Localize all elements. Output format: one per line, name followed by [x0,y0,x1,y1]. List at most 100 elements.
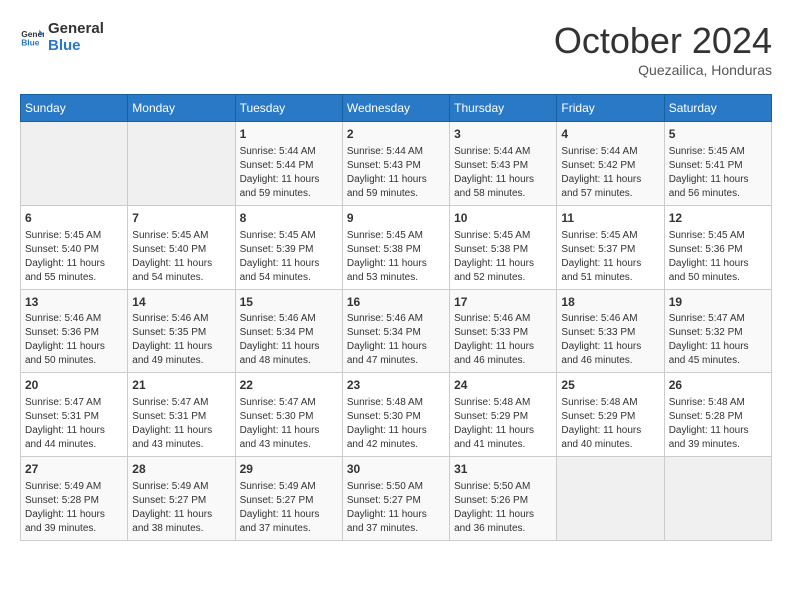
day-info: Daylight: 11 hours and 47 minutes. [347,340,445,368]
day-number: 31 [454,461,552,478]
calendar-cell: 13Sunrise: 5:46 AMSunset: 5:36 PMDayligh… [21,289,128,373]
day-info: Sunrise: 5:45 AM [347,229,445,243]
day-number: 2 [347,126,445,143]
day-info: Daylight: 11 hours and 58 minutes. [454,173,552,201]
day-number: 21 [132,377,230,394]
day-number: 9 [347,210,445,227]
day-info: Sunset: 5:38 PM [454,243,552,257]
day-info: Daylight: 11 hours and 45 minutes. [669,340,767,368]
calendar-cell: 26Sunrise: 5:48 AMSunset: 5:28 PMDayligh… [664,373,771,457]
day-number: 10 [454,210,552,227]
week-row-4: 20 Sunrise: 5:47 AM Sunset: 5:31 PM Dayligh… [21,373,772,457]
calendar-cell: 14Sunrise: 5:46 AMSunset: 5:35 PMDayligh… [128,289,235,373]
day-info: Sunrise: 5:48 AM [561,396,659,410]
day-number: 30 [347,461,445,478]
day-info: Sunset: 5:44 PM [240,159,338,173]
day-info: Daylight: 11 hours and 39 minutes. [25,508,123,536]
day-info: Daylight: 11 hours and 37 minutes. [240,508,338,536]
calendar-cell: 17Sunrise: 5:46 AMSunset: 5:33 PMDayligh… [450,289,557,373]
weekday-header-saturday: Saturday [664,95,771,122]
page-header: General Blue General Blue October 2024 Q… [20,20,772,78]
day-info: Daylight: 11 hours and 48 minutes. [240,340,338,368]
day-info: Daylight: 11 hours and 46 minutes. [561,340,659,368]
day-number: 17 [454,294,552,311]
day-info: Sunset: 5:26 PM [454,494,552,508]
day-info: Sunrise: 5:45 AM [561,229,659,243]
calendar-cell: 21Sunrise: 5:47 AMSunset: 5:31 PMDayligh… [128,373,235,457]
day-info: Sunrise: 5:46 AM [132,312,230,326]
day-number: 15 [240,294,338,311]
location: Quezailica, Honduras [554,62,772,78]
logo-icon: General Blue [20,25,44,49]
week-row-1: 1Sunrise: 5:44 AMSunset: 5:44 PMDaylight… [21,122,772,206]
day-info: Daylight: 11 hours and 54 minutes. [132,257,230,285]
day-info: Daylight: 11 hours and 50 minutes. [669,257,767,285]
calendar-cell [128,122,235,206]
day-info: Daylight: 11 hours and 37 minutes. [347,508,445,536]
day-info: Sunrise: 5:45 AM [25,229,123,243]
day-info: Sunset: 5:36 PM [25,326,123,340]
day-info: Daylight: 11 hours and 51 minutes. [561,257,659,285]
weekday-header-tuesday: Tuesday [235,95,342,122]
day-info: Sunset: 5:42 PM [561,159,659,173]
day-info: Sunrise: 5:45 AM [669,145,767,159]
calendar-cell: 30Sunrise: 5:50 AMSunset: 5:27 PMDayligh… [342,457,449,541]
day-number: 18 [561,294,659,311]
day-number: 20 [25,377,123,394]
day-number: 3 [454,126,552,143]
day-info: Sunrise: 5:46 AM [454,312,552,326]
calendar-cell: 22Sunrise: 5:47 AMSunset: 5:30 PMDayligh… [235,373,342,457]
day-info: Sunset: 5:31 PM [25,410,123,424]
day-info: Sunset: 5:39 PM [240,243,338,257]
day-info: Daylight: 11 hours and 55 minutes. [25,257,123,285]
calendar-cell: 9Sunrise: 5:45 AMSunset: 5:38 PMDaylight… [342,205,449,289]
svg-text:Blue: Blue [21,37,40,47]
day-info: Sunrise: 5:45 AM [454,229,552,243]
day-info: Sunset: 5:40 PM [25,243,123,257]
day-info: Sunset: 5:28 PM [25,494,123,508]
day-info: Sunrise: 5:46 AM [347,312,445,326]
calendar-cell: 31Sunrise: 5:50 AMSunset: 5:26 PMDayligh… [450,457,557,541]
day-info: Sunset: 5:43 PM [347,159,445,173]
calendar-cell: 15Sunrise: 5:46 AMSunset: 5:34 PMDayligh… [235,289,342,373]
day-info: Sunrise: 5:46 AM [25,312,123,326]
weekday-header-row: SundayMondayTuesdayWednesdayThursdayFrid… [21,95,772,122]
calendar-cell: 20Sunrise: 5:47 AMSunset: 5:31 PMDayligh… [21,373,128,457]
day-number: 11 [561,210,659,227]
day-number: 6 [25,210,123,227]
day-info: Daylight: 11 hours and 36 minutes. [454,508,552,536]
calendar-cell: 2Sunrise: 5:44 AMSunset: 5:43 PMDaylight… [342,122,449,206]
day-info: Sunrise: 5:48 AM [669,396,767,410]
day-info: Sunrise: 5:44 AM [240,145,338,159]
logo-blue: Blue [48,37,104,54]
day-info: Sunset: 5:33 PM [454,326,552,340]
day-info: Daylight: 11 hours and 43 minutes. [132,424,230,452]
day-info: Sunrise: 5:47 AM [132,396,230,410]
day-info: Daylight: 11 hours and 54 minutes. [240,257,338,285]
day-info: Daylight: 11 hours and 57 minutes. [561,173,659,201]
calendar-cell [557,457,664,541]
day-info: Sunrise: 5:46 AM [240,312,338,326]
calendar-table: SundayMondayTuesdayWednesdayThursdayFrid… [20,94,772,541]
day-info: Sunset: 5:36 PM [669,243,767,257]
day-number: 22 [240,377,338,394]
calendar-cell: 7Sunrise: 5:45 AMSunset: 5:40 PMDaylight… [128,205,235,289]
calendar-cell: 4Sunrise: 5:44 AMSunset: 5:42 PMDaylight… [557,122,664,206]
day-number: 19 [669,294,767,311]
day-info: Sunrise: 5:44 AM [454,145,552,159]
day-info: Sunrise: 5:46 AM [561,312,659,326]
day-info: Sunrise: 5:48 AM [454,396,552,410]
day-number: 12 [669,210,767,227]
day-info: Sunrise: 5:45 AM [240,229,338,243]
day-info: Sunset: 5:27 PM [240,494,338,508]
day-number: 1 [240,126,338,143]
day-info: Sunrise: 5:45 AM [669,229,767,243]
day-info: Sunrise: 5:47 AM [669,312,767,326]
day-info: Sunrise: 5:49 AM [25,480,123,494]
calendar-cell: 29Sunrise: 5:49 AMSunset: 5:27 PMDayligh… [235,457,342,541]
day-info: Sunrise: 5:44 AM [347,145,445,159]
logo-general: General [48,20,104,37]
day-info: Sunset: 5:38 PM [347,243,445,257]
day-number: 16 [347,294,445,311]
weekday-header-monday: Monday [128,95,235,122]
